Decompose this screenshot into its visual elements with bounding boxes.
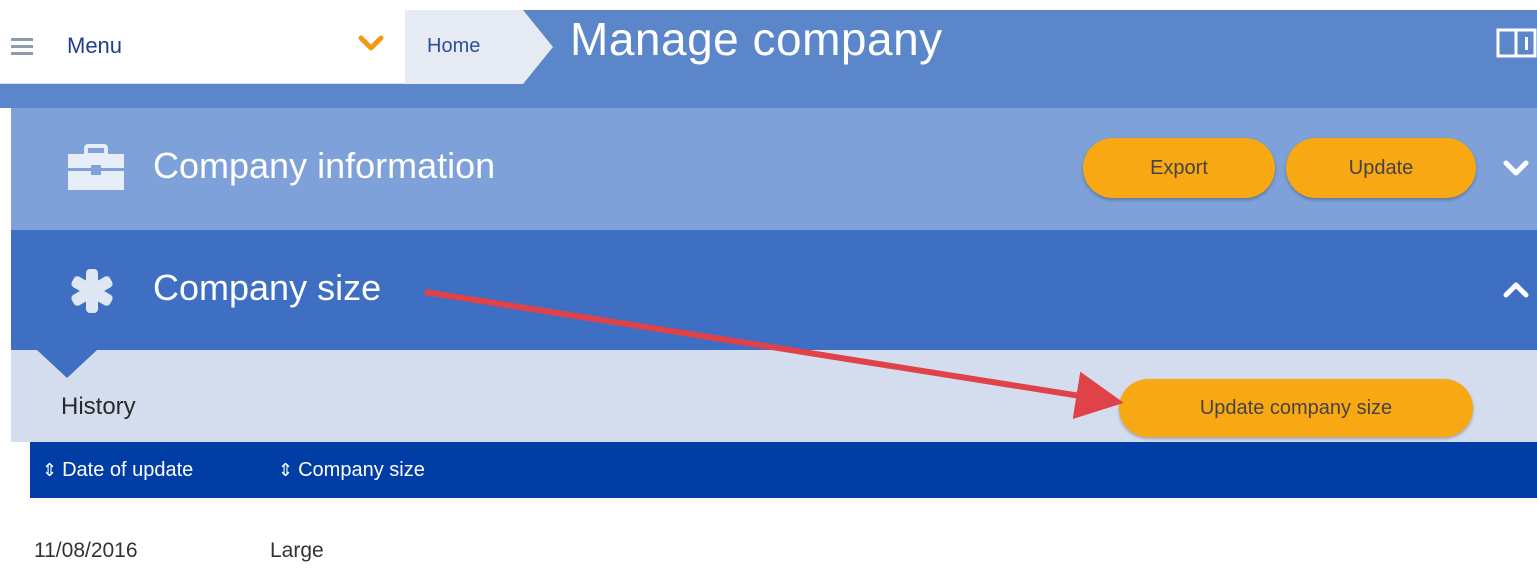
breadcrumb-home-label: Home	[427, 35, 481, 57]
date-cell: 11/08/2016	[34, 539, 138, 562]
company-information-title: Company information	[153, 145, 496, 186]
sort-column-size[interactable]: ⇕ Company size	[278, 459, 425, 482]
sort-column-date[interactable]: ⇕ Date of update	[42, 459, 193, 482]
breadcrumb-home[interactable]: Home	[405, 10, 523, 84]
chevron-down-icon	[358, 35, 384, 51]
table-header: ⇕ Date of update ⇕ Company size	[30, 442, 1537, 498]
size-cell: Large	[270, 539, 324, 562]
section-pointer	[37, 350, 97, 378]
chevron-up-icon[interactable]	[1501, 278, 1531, 302]
update-button[interactable]: Update	[1286, 138, 1476, 198]
chevron-down-icon[interactable]	[1501, 156, 1531, 180]
menu-dropdown[interactable]: Menu	[0, 10, 405, 84]
briefcase-icon	[68, 144, 124, 190]
sort-icon: ⇕	[278, 460, 299, 480]
book-icon[interactable]	[1496, 26, 1537, 62]
sort-icon: ⇕	[42, 460, 63, 480]
company-size-section[interactable]: Company size	[11, 230, 1537, 350]
company-information-section[interactable]: Company information Export Update	[11, 108, 1537, 230]
hamburger-icon	[11, 38, 33, 55]
update-company-size-button[interactable]: Update company size	[1119, 379, 1473, 437]
history-label: History	[61, 393, 136, 420]
menu-label: Menu	[67, 33, 123, 58]
export-button[interactable]: Export	[1083, 138, 1275, 198]
column-header-label: Company size	[298, 459, 425, 481]
history-panel: History Update company size	[11, 350, 1537, 442]
gear-icon	[71, 269, 113, 313]
page-title: Manage company	[570, 13, 943, 65]
table-row: 11/08/2016 Large	[34, 533, 1534, 573]
breadcrumb-separator	[523, 10, 553, 84]
column-header-label: Date of update	[62, 459, 194, 481]
company-size-title: Company size	[153, 267, 382, 308]
